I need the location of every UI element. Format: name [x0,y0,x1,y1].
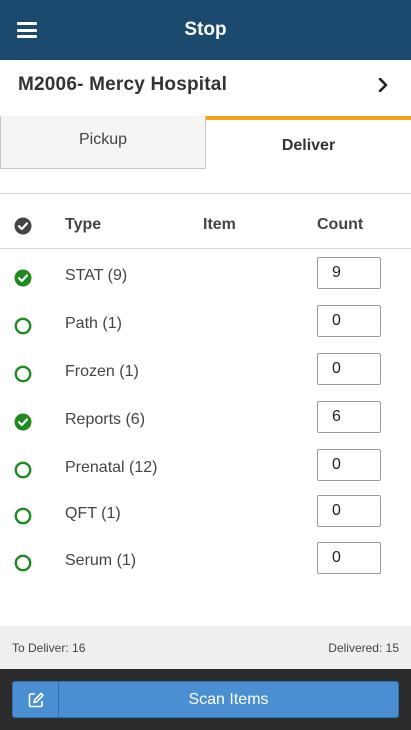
count-input[interactable] [317,257,381,289]
unchecked-circle-icon[interactable] [14,461,32,479]
count-input[interactable] [317,353,381,385]
row-type-label: Prenatal (12) [65,459,158,476]
to-deliver-count: To Deliver: 16 [12,641,86,655]
tab-pickup[interactable]: Pickup [0,116,206,169]
count-input[interactable] [317,495,381,527]
delivered-count: Delivered: 15 [328,641,399,655]
row-type-label: Reports (6) [65,411,146,428]
tab-deliver[interactable]: Deliver [206,116,411,169]
column-header-count: Count [317,216,364,233]
column-header-type: Type [65,216,102,233]
table-row: Prenatal (12) [0,449,411,489]
chevron-right-icon[interactable] [378,78,388,92]
count-input[interactable] [317,542,381,574]
page-title: Stop [184,19,227,40]
count-input[interactable] [317,449,381,481]
location-row[interactable]: M2006- Mercy Hospital [0,60,411,115]
unchecked-circle-icon[interactable] [14,365,32,383]
checked-circle-icon[interactable] [14,413,32,431]
table-row: Reports (6) [0,401,411,441]
location-name: M2006- Mercy Hospital [18,74,228,95]
row-type-label: Path (1) [65,315,122,332]
unchecked-circle-icon[interactable] [14,507,32,525]
scan-items-label: Scan Items [188,691,269,708]
edit-icon [28,692,44,708]
delivery-summary: To Deliver: 16 Delivered: 15 [0,626,411,669]
top-header-bar: Stop [0,0,411,60]
table-row: Serum (1) [0,542,411,582]
unchecked-circle-icon[interactable] [14,554,32,572]
table-row: QFT (1) [0,495,411,535]
checked-circle-icon[interactable] [14,269,32,287]
table-row: Frozen (1) [0,353,411,393]
scan-icon-container [13,682,59,717]
row-type-label: Serum (1) [65,552,137,569]
select-all-check-icon[interactable] [14,217,32,235]
column-header-item: Item [203,216,236,233]
row-type-label: STAT (9) [65,267,128,284]
divider [0,248,411,249]
row-type-label: QFT (1) [65,505,121,522]
count-input[interactable] [317,401,381,433]
unchecked-circle-icon[interactable] [14,317,32,335]
row-type-label: Frozen (1) [65,363,139,380]
divider [0,193,411,194]
table-row: Path (1) [0,305,411,345]
count-input[interactable] [317,305,381,337]
scan-items-button[interactable]: Scan Items [12,681,399,718]
table-row: STAT (9) [0,257,411,297]
